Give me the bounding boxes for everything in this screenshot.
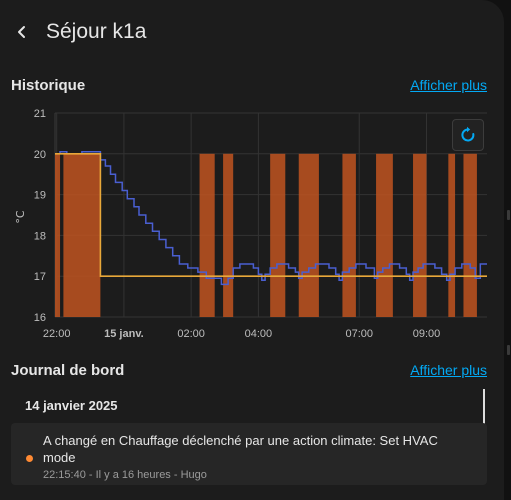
- entry-message: A changé en Chauffage déclenché par une …: [43, 433, 438, 465]
- more-info-dialog: Séjour k1a Historique Afficher plus 16 17…: [0, 0, 504, 500]
- journal-day-header: 14 janvier 2025: [25, 398, 118, 413]
- y-tick-label: 17: [34, 271, 46, 283]
- y-tick-label: 18: [34, 230, 46, 242]
- heating-bar: [270, 153, 286, 317]
- edge-indicator: [507, 345, 510, 355]
- history-chart: 16 17 18 19 20 21 22:00 15 janv. 02:00 04:00 07:00…: [0, 104, 504, 344]
- page-title: Séjour k1a: [46, 20, 147, 43]
- back-button[interactable]: [8, 18, 36, 46]
- history-title: Historique: [11, 77, 86, 94]
- refresh-icon: [461, 126, 475, 142]
- heating-bar: [223, 153, 234, 317]
- y-tick-label: 16: [34, 312, 46, 324]
- heating-bar: [199, 153, 215, 317]
- x-tick-label: 07:00: [345, 328, 373, 340]
- x-tick-label: 09:00: [413, 328, 441, 340]
- journal-show-more-link[interactable]: Afficher plus: [410, 362, 487, 378]
- heating-bar: [55, 153, 61, 317]
- edge-indicator: [507, 210, 510, 220]
- x-tick-label: 15 janv.: [104, 328, 144, 340]
- heating-bar: [463, 153, 477, 317]
- history-show-more-link[interactable]: Afficher plus: [410, 77, 487, 93]
- x-tick-label: 02:00: [177, 328, 205, 340]
- refresh-button[interactable]: [452, 119, 484, 151]
- heating-bar: [448, 153, 456, 317]
- heating-bar: [376, 153, 393, 317]
- y-tick-label: 21: [34, 108, 46, 120]
- history-chart-svg: 16 17 18 19 20 21 22:00 15 janv. 02:00 04:00 07:00…: [14, 108, 487, 340]
- y-tick-label: 19: [34, 190, 46, 202]
- x-tick-label: 22:00: [43, 328, 71, 340]
- x-tick-label: 04:00: [245, 328, 273, 340]
- heating-bar: [413, 153, 427, 317]
- entry-meta: 22:15:40 - Il y a 16 heures - Hugo: [43, 469, 207, 481]
- journal-entry[interactable]: A changé en Chauffage déclenché par une …: [11, 423, 487, 485]
- entry-state-dot: [26, 455, 33, 462]
- journal-title: Journal de bord: [11, 362, 125, 379]
- heating-bar: [342, 153, 356, 317]
- right-edge-indicators: [504, 0, 511, 500]
- heating-bar: [298, 153, 319, 317]
- chevron-left-icon: [18, 26, 25, 38]
- heating-bar: [63, 153, 101, 317]
- dialog-header: Séjour k1a: [0, 0, 504, 68]
- y-tick-label: 20: [34, 149, 46, 161]
- y-axis-label: °C: [14, 210, 27, 224]
